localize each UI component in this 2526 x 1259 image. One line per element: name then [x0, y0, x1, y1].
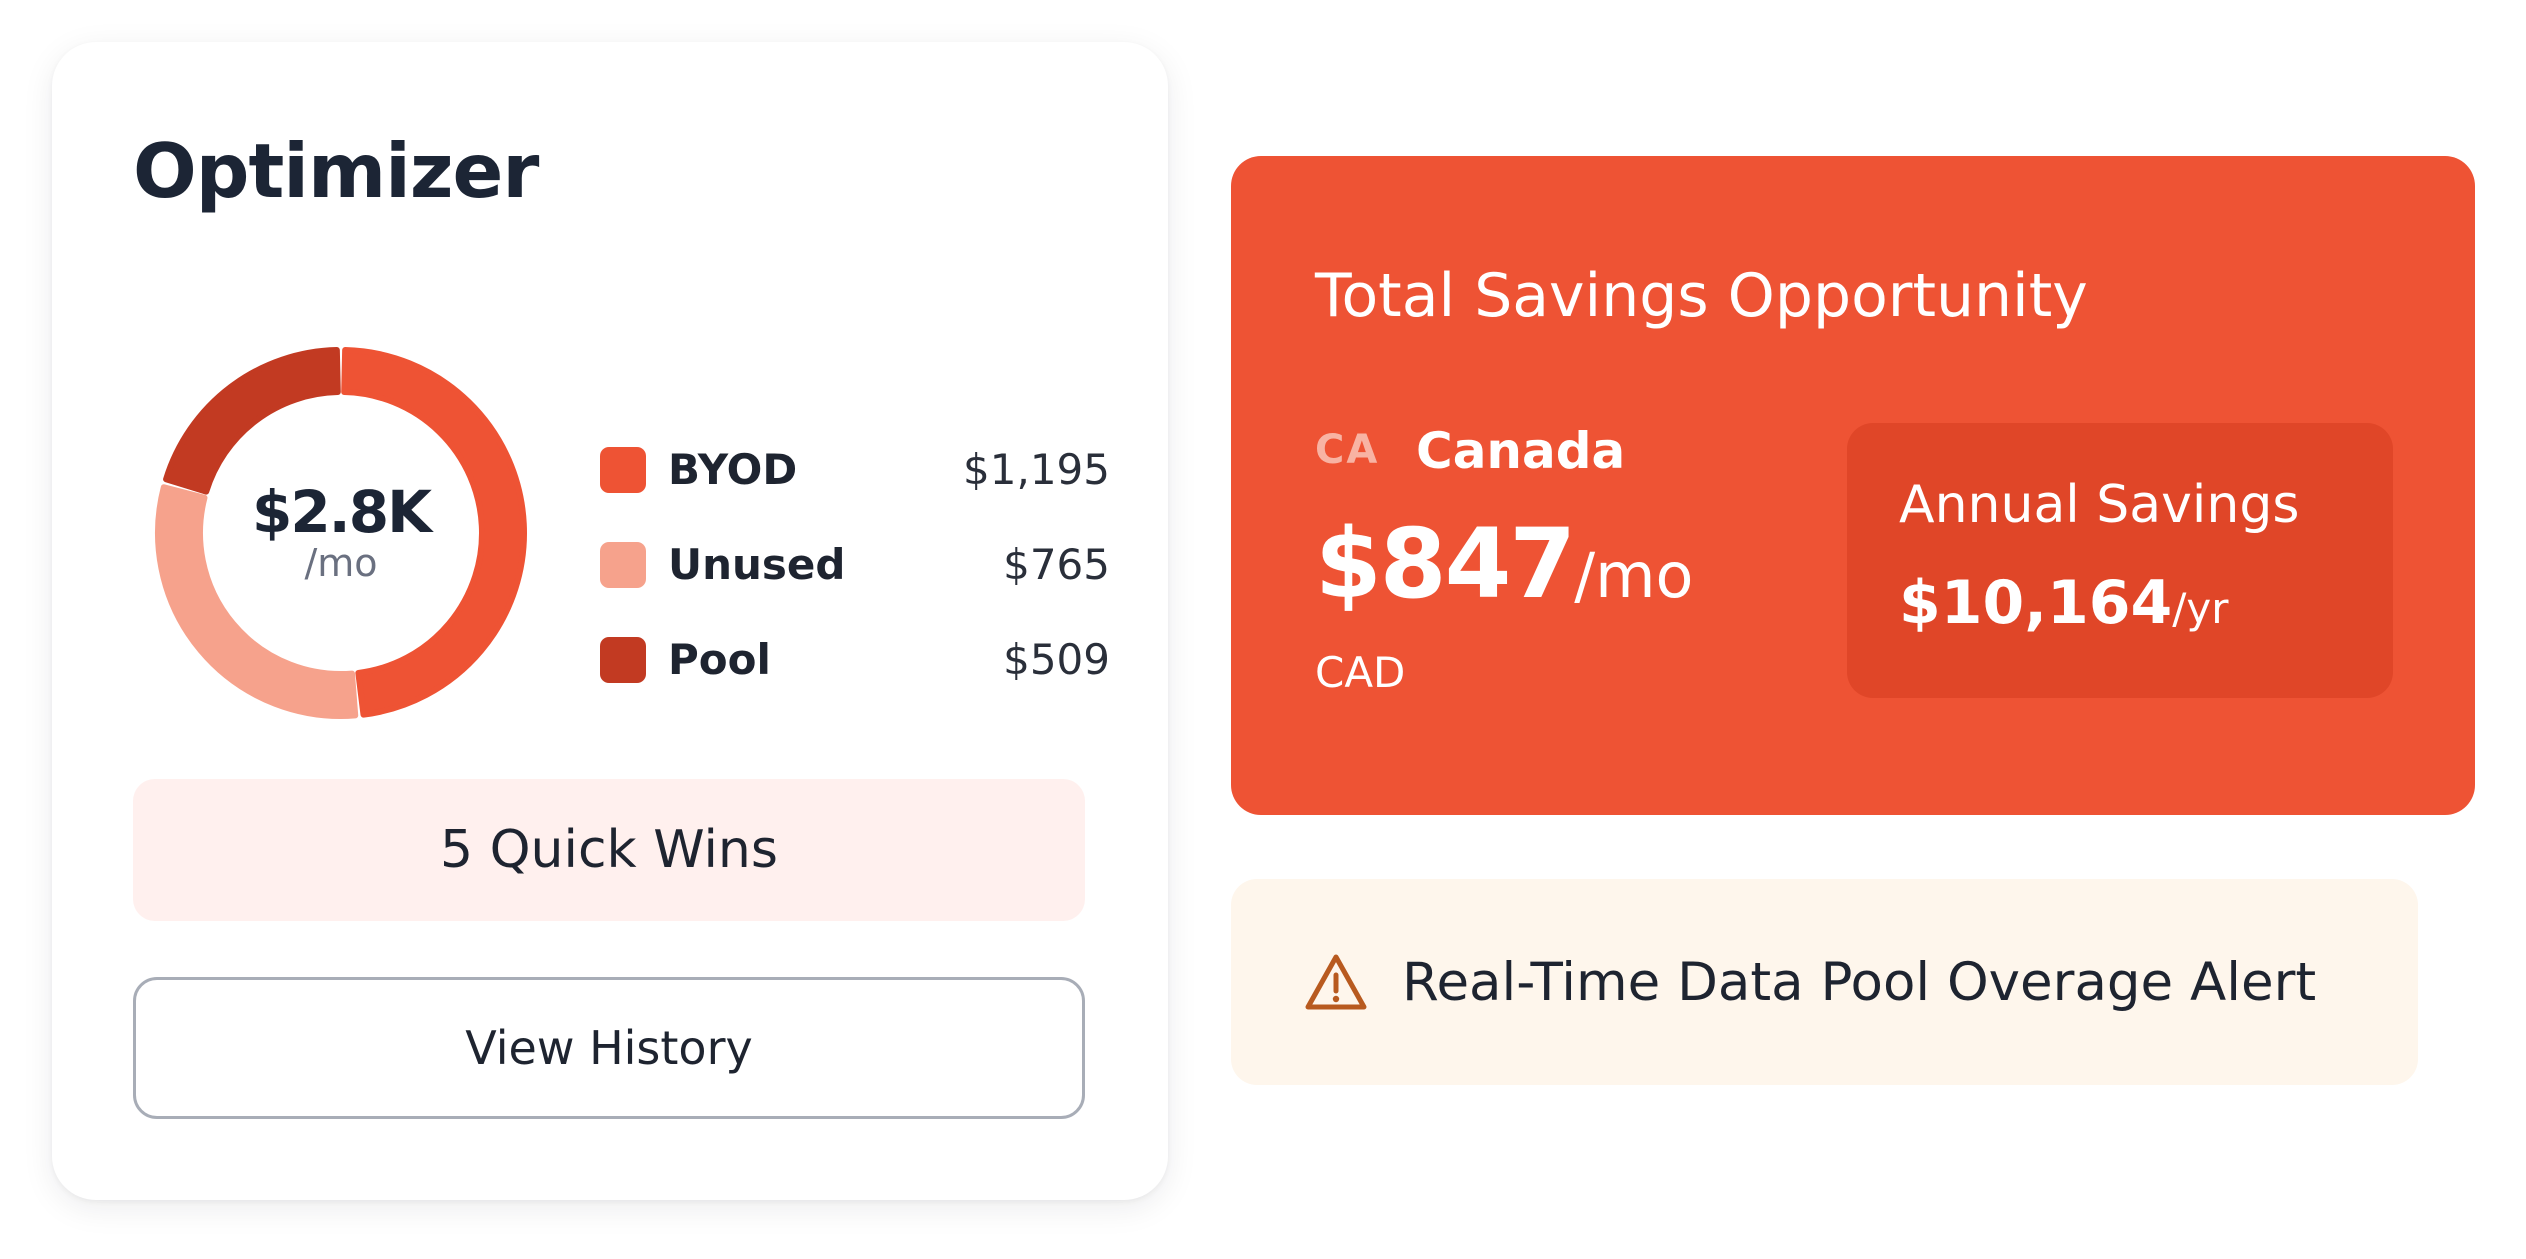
legend-label: Unused: [668, 540, 846, 589]
legend-label: Pool: [668, 635, 771, 684]
donut-total-unit: /mo: [304, 540, 378, 585]
view-history-button[interactable]: View History: [133, 977, 1085, 1119]
legend-swatch-unused: [600, 541, 646, 588]
monthly-savings: $847/mo: [1315, 516, 1693, 612]
legend-label: BYOD: [668, 445, 798, 494]
annual-unit: /yr: [2172, 584, 2229, 633]
legend-swatch-pool: [600, 636, 646, 683]
annual-savings-box: Annual Savings $10,164/yr: [1847, 423, 2393, 698]
quick-wins-button[interactable]: 5 Quick Wins: [133, 779, 1085, 921]
optimizer-card: Optimizer $2.8K /mo BYOD $1,195 Unused $…: [52, 42, 1168, 1200]
country-code: CA: [1315, 427, 1380, 473]
overage-alert-banner[interactable]: Real-Time Data Pool Overage Alert: [1231, 879, 2418, 1085]
legend-swatch-byod: [600, 446, 646, 493]
donut-legend: BYOD $1,195 Unused $765 Pool $509: [600, 422, 1110, 707]
total-savings-card: Total Savings Opportunity CA Canada $847…: [1231, 156, 2475, 815]
optimizer-title: Optimizer: [133, 127, 539, 215]
country-name: Canada: [1416, 422, 1626, 480]
legend-item-pool: Pool $509: [600, 612, 1110, 707]
currency-label: CAD: [1315, 648, 1406, 697]
legend-item-byod: BYOD $1,195: [600, 422, 1110, 517]
annual-savings-value: $10,164/yr: [1899, 573, 2229, 633]
legend-value: $509: [1003, 635, 1110, 684]
monthly-amount: $847: [1315, 508, 1576, 620]
legend-value: $1,195: [963, 445, 1110, 494]
warning-icon: [1305, 954, 1367, 1010]
alert-text: Real-Time Data Pool Overage Alert: [1402, 951, 2317, 1013]
savings-title: Total Savings Opportunity: [1315, 261, 2088, 331]
donut-center: $2.8K /mo: [150, 342, 532, 724]
donut-total-value: $2.8K: [251, 477, 432, 546]
annual-amount: $10,164: [1899, 568, 2173, 638]
legend-item-unused: Unused $765: [600, 517, 1110, 612]
annual-savings-label: Annual Savings: [1899, 475, 2300, 535]
legend-value: $765: [1003, 540, 1110, 589]
monthly-unit: /mo: [1574, 539, 1694, 612]
